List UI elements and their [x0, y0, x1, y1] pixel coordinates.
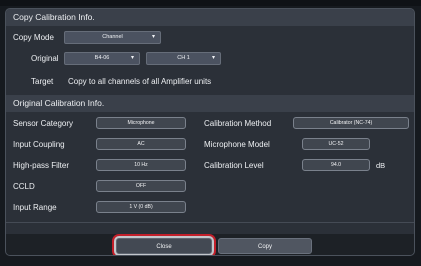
copy-calibration-dialog: Copy Calibration Info. Copy Mode Channel…: [5, 8, 415, 256]
input-range-label: Input Range: [13, 203, 57, 212]
calibration-level-label: Calibration Level: [204, 161, 264, 170]
dialog-title: Copy Calibration Info.: [6, 9, 414, 26]
chevron-down-icon: ▾: [151, 34, 155, 40]
ccld-label: CCLD: [13, 182, 35, 191]
sensor-category-label: Sensor Category: [13, 119, 74, 128]
input-range-value: 1 V (0 dB): [96, 201, 186, 213]
original-channel-select[interactable]: CH 1 ▾: [146, 52, 221, 65]
calibration-level-value: 94.0: [302, 159, 370, 171]
sensor-category-value: Microphone: [96, 117, 186, 129]
original-unit-value: B4-06: [94, 55, 110, 61]
copy-mode-select[interactable]: Channel ▾: [64, 31, 161, 44]
divider: [6, 222, 414, 223]
high-pass-filter-value: 10 Hz: [96, 159, 186, 171]
microphone-model-value: UC-52: [302, 138, 370, 150]
ccld-value: OFF: [96, 180, 186, 192]
target-text: Copy to all channels of all Amplifier un…: [68, 77, 212, 86]
microphone-model-label: Microphone Model: [204, 140, 270, 149]
target-label: Target: [31, 77, 54, 86]
high-pass-filter-label: High-pass Filter: [13, 161, 70, 170]
input-coupling-label: Input Coupling: [13, 140, 65, 149]
calibration-method-value: Calibrator (NC-74): [293, 117, 409, 129]
copy-mode-value: Channel: [102, 34, 123, 40]
chevron-down-icon: ▾: [211, 55, 215, 61]
copy-mode-label: Copy Mode: [13, 33, 54, 42]
copy-button[interactable]: Copy: [218, 238, 312, 254]
chevron-down-icon: ▾: [130, 55, 134, 61]
original-info-title: Original Calibration Info.: [6, 95, 414, 112]
close-button[interactable]: Close: [116, 238, 212, 254]
calibration-method-label: Calibration Method: [204, 119, 272, 128]
original-label: Original: [31, 54, 59, 63]
original-channel-value: CH 1: [177, 55, 190, 61]
calibration-level-unit: dB: [376, 161, 386, 170]
background-app: [0, 0, 421, 6]
input-coupling-value: AC: [96, 138, 186, 150]
original-unit-select[interactable]: B4-06 ▾: [64, 52, 140, 65]
